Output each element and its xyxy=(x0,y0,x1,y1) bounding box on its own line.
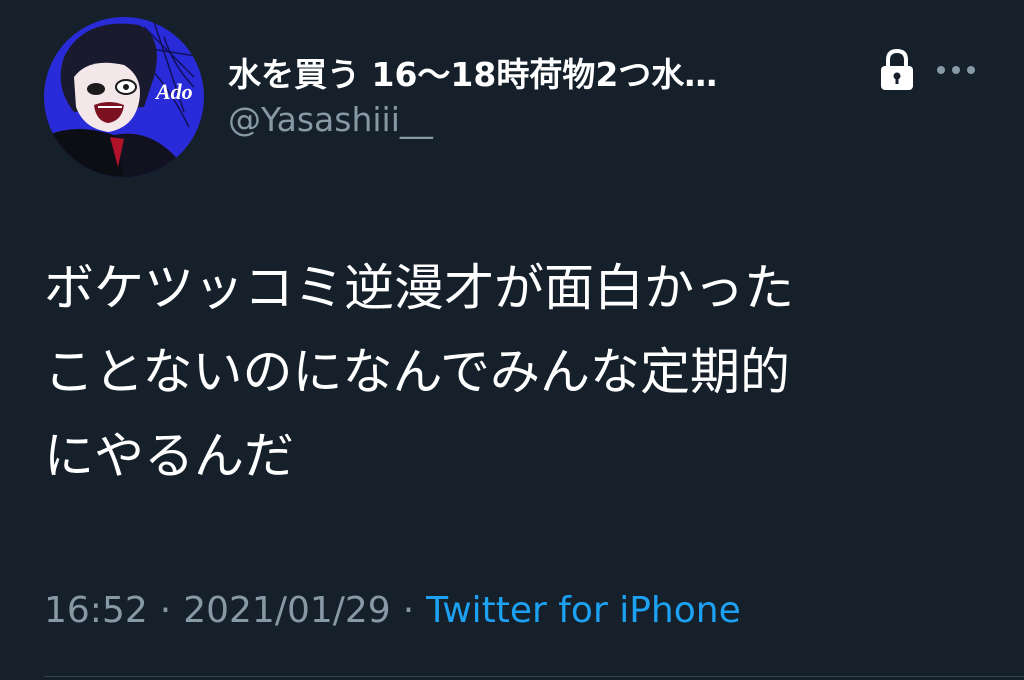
display-name[interactable]: 水を買う 16〜18時荷物2つ水… xyxy=(228,48,717,96)
tweet-date[interactable]: 2021/01/29 xyxy=(183,590,391,631)
tweet-time[interactable]: 16:52 xyxy=(44,590,148,631)
divider xyxy=(44,676,1024,677)
tweet-text-line: にやるんだ xyxy=(44,427,294,485)
avatar[interactable]: Ado xyxy=(44,17,204,177)
tweet-text-line: ことないのになんでみんな定期的 xyxy=(44,343,790,401)
more-icon[interactable] xyxy=(934,55,978,85)
tweet-source-link[interactable]: Twitter for iPhone xyxy=(426,590,741,631)
tweet-text: ボケツッコミ逆漫才が面白かった ことないのになんでみんな定期的 にやるんだ xyxy=(44,246,984,498)
avatar-illustration: Ado xyxy=(44,17,204,177)
avatar-label: Ado xyxy=(154,79,193,104)
display-name-row: 水を買う 16〜18時荷物2つ水… xyxy=(228,48,868,96)
meta-separator: · xyxy=(402,589,415,631)
lock-icon xyxy=(881,48,913,90)
user-handle[interactable]: @Yasashiii__ xyxy=(228,100,433,139)
tweet-text-line: ボケツッコミ逆漫才が面白かった xyxy=(44,259,794,317)
tweet-detail: Ado 水を買う 16〜18時荷物2つ水… @Yasashiii__ ボケツッコ… xyxy=(0,0,1024,680)
meta-separator: · xyxy=(159,589,172,631)
tweet-meta: 16:52 · 2021/01/29 · Twitter for iPhone xyxy=(44,582,741,638)
